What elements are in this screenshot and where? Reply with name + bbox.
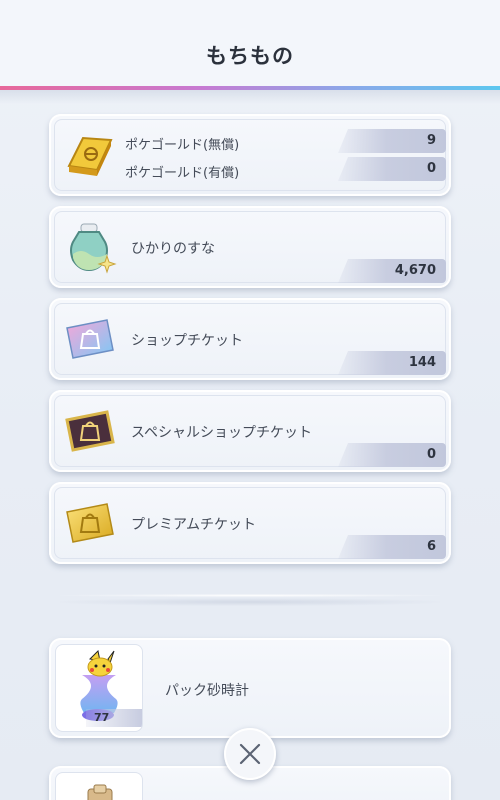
shining-sand-value: 4,670	[394, 263, 436, 278]
header-bar: もちもの	[0, 0, 500, 88]
item-card-premium-ticket[interactable]: プレミアムチケット 6	[49, 482, 451, 564]
special-shop-ticket-value-box: 0	[338, 443, 446, 467]
shining-sand-label: ひかりのすな	[131, 241, 215, 257]
premium-ticket-value-box: 6	[338, 535, 446, 559]
pack-hourglass-label: パック砂時計	[165, 683, 249, 699]
shop-ticket-label: ショップチケット	[131, 333, 243, 349]
shining-sand-bottle-icon	[61, 218, 119, 276]
page-title: もちもの	[206, 44, 294, 68]
pack-hourglass-count: 77	[94, 711, 110, 724]
item-card-poke-gold[interactable]: ポケゴールド(無償) ポケゴールド(有償) 9 0	[49, 114, 451, 196]
poke-gold-free-label: ポケゴールド(無償)	[125, 138, 240, 153]
poke-gold-paid-value-box: 0	[338, 157, 446, 181]
pack-hourglass-count-box: 77	[86, 709, 142, 727]
item-card-shop-ticket[interactable]: ショップチケット 144	[49, 298, 451, 380]
pack-hourglass-thumb: 77	[55, 644, 143, 732]
premium-ticket-icon	[61, 494, 119, 552]
special-shop-ticket-value: 0	[426, 447, 436, 462]
item-card-shining-sand[interactable]: ひかりのすな 4,670	[49, 206, 451, 288]
special-shop-ticket-icon	[61, 402, 119, 460]
shop-ticket-icon	[61, 310, 119, 368]
poke-gold-free-value: 9	[426, 133, 436, 148]
premium-ticket-value: 6	[426, 539, 436, 554]
poke-gold-paid-label: ポケゴールド(有償)	[125, 166, 240, 181]
special-shop-ticket-label: スペシャルショップチケット	[131, 425, 313, 441]
premium-ticket-label: プレミアムチケット	[131, 517, 257, 533]
poke-gold-free-value-box: 9	[338, 129, 446, 153]
item-card-pack-hourglass[interactable]: 77 パック砂時計	[49, 638, 451, 738]
section-divider	[60, 594, 440, 597]
header-shadow	[0, 90, 500, 104]
shining-sand-value-box: 4,670	[338, 259, 446, 283]
poke-gold-paid-value: 0	[426, 161, 436, 176]
close-icon	[238, 742, 262, 766]
shop-ticket-value: 144	[408, 355, 436, 370]
gold-bar-icon	[61, 126, 119, 184]
next-item-icon	[86, 783, 116, 800]
shop-ticket-value-box: 144	[338, 351, 446, 375]
item-card-special-shop-ticket[interactable]: スペシャルショップチケット 0	[49, 390, 451, 472]
next-item-thumb	[55, 772, 143, 800]
close-button[interactable]	[224, 728, 276, 780]
